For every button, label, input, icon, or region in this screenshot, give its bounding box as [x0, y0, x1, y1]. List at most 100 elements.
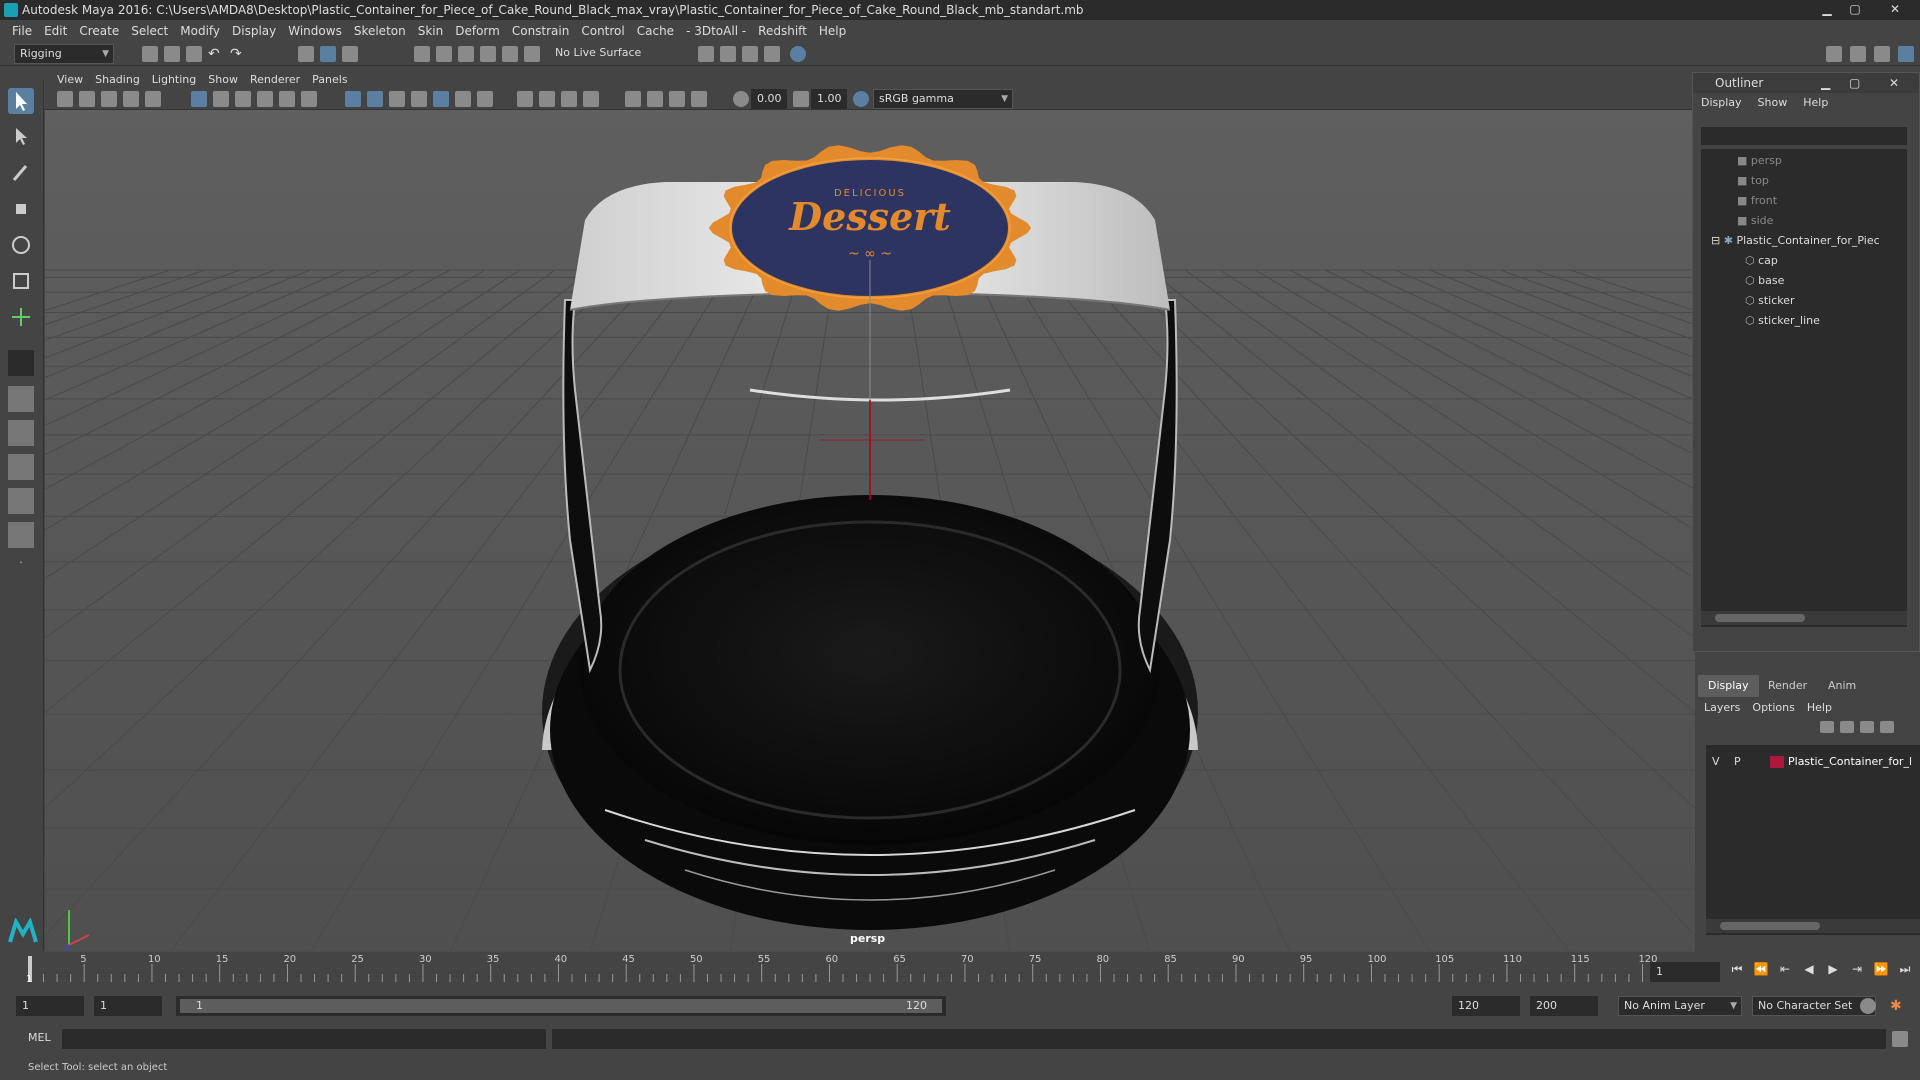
outliner-minimize-icon[interactable]: ▁ [1821, 73, 1830, 93]
select-hierarchy-icon[interactable] [298, 46, 314, 62]
wireframe-on-shaded-icon[interactable] [411, 91, 427, 107]
snap-curve-icon[interactable] [436, 46, 452, 62]
minimize-icon[interactable]: ▁ [1818, 2, 1836, 16]
step-back-key-icon[interactable]: ⇤ [1776, 962, 1794, 978]
layer-menu-help[interactable]: Help [1801, 701, 1838, 714]
go-to-end-icon[interactable]: ⏭ [1896, 962, 1914, 978]
channel-box-icon[interactable] [1898, 46, 1914, 62]
image-plane-icon[interactable] [123, 91, 139, 107]
outliner-hscrollbar[interactable] [1701, 611, 1907, 625]
field-chart-icon[interactable] [279, 91, 295, 107]
default-material-icon[interactable] [389, 91, 405, 107]
exposure-icon[interactable] [733, 91, 749, 107]
layer-hscrollbar[interactable] [1706, 919, 1920, 933]
animation-end-field[interactable]: 200 [1530, 996, 1598, 1016]
bookmark-icon[interactable] [101, 91, 117, 107]
viewport-menu-panels[interactable]: Panels [306, 72, 353, 88]
time-slider[interactable]: 5 10 15 20 25 30 35 40 45 50 55 60 65 70 75 80 85 90 95 100… [0, 952, 1920, 986]
tab-display[interactable]: Display [1698, 675, 1759, 697]
persp-uv-layout-icon[interactable] [8, 522, 34, 548]
layer-color-swatch[interactable] [1770, 756, 1784, 768]
mode-select[interactable]: Rigging ▼ [14, 44, 114, 64]
viewport-menu-shading[interactable]: Shading [89, 72, 146, 88]
select-component-icon[interactable] [342, 46, 358, 62]
film-gate-icon[interactable] [213, 91, 229, 107]
exposure-field[interactable]: 0.00 [751, 89, 787, 109]
tab-anim[interactable]: Anim [1818, 675, 1866, 697]
redo-icon[interactable]: ↷ [230, 46, 246, 62]
menu-item-control[interactable]: Control [575, 20, 630, 42]
outliner-filter-field[interactable] [1701, 127, 1907, 145]
color-management-icon[interactable] [853, 91, 869, 107]
xray-icon[interactable] [647, 91, 663, 107]
render-settings-icon[interactable] [764, 46, 780, 62]
paint-select-icon[interactable] [8, 160, 34, 186]
play-forwards-icon[interactable]: ▶ [1824, 962, 1842, 978]
snap-point-icon[interactable] [458, 46, 474, 62]
outliner-hscroll-thumb[interactable] [1715, 614, 1805, 622]
four-view-layout-icon[interactable] [8, 386, 34, 412]
new-layer-selected-icon[interactable] [1880, 721, 1894, 733]
menu-item-modify[interactable]: Modify [174, 20, 226, 42]
move-layer-down-icon[interactable] [1840, 721, 1854, 733]
playback-end-field[interactable]: 120 [1452, 996, 1520, 1016]
viewport-menu-lighting[interactable]: Lighting [146, 72, 202, 88]
script-editor-icon[interactable] [1892, 1031, 1908, 1047]
grease-pencil-icon[interactable] [145, 91, 161, 107]
playback-start-field[interactable]: 1 [94, 996, 162, 1016]
maximize-icon[interactable]: ▢ [1846, 2, 1864, 16]
smooth-shade-icon[interactable] [367, 91, 383, 107]
outliner-node-base[interactable]: ⬡ base [1745, 271, 1784, 291]
anti-aliasing-icon[interactable] [561, 91, 577, 107]
outliner-node-sticker-line[interactable]: ⬡ sticker_line [1745, 311, 1820, 331]
viewport-menu-view[interactable]: View [51, 72, 89, 88]
persp-outliner-layout-icon[interactable] [8, 420, 34, 446]
auto-key-icon[interactable] [1860, 998, 1876, 1014]
outliner-menu-display[interactable]: Display [1693, 93, 1750, 113]
layer-visibility-toggle[interactable]: V [1712, 751, 1720, 773]
isolate-select-icon[interactable] [625, 91, 641, 107]
camera-attributes-icon[interactable] [79, 91, 95, 107]
close-icon[interactable]: ✕ [1886, 2, 1904, 16]
lasso-tool-icon[interactable] [8, 124, 34, 150]
menu-item-file[interactable]: File [6, 20, 38, 42]
gamma-field[interactable]: 1.00 [811, 89, 847, 109]
hypershade-layout-icon[interactable] [8, 488, 34, 514]
new-scene-icon[interactable] [142, 46, 158, 62]
shadows-icon[interactable] [477, 91, 493, 107]
outliner-menu-help[interactable]: Help [1795, 93, 1836, 113]
wireframe-icon[interactable] [345, 91, 361, 107]
render-frame-icon[interactable] [720, 46, 736, 62]
gamma-icon[interactable] [793, 91, 809, 107]
snap-grid-icon[interactable] [414, 46, 430, 62]
attribute-editor-icon[interactable] [1850, 46, 1866, 62]
motion-blur-icon[interactable] [539, 91, 555, 107]
textured-icon[interactable] [433, 91, 449, 107]
grid-toggle-icon[interactable] [191, 91, 207, 107]
snap-view-icon[interactable] [480, 46, 496, 62]
depth-of-field-icon[interactable] [583, 91, 599, 107]
move-layer-up-icon[interactable] [1820, 721, 1834, 733]
viewport-menu-renderer[interactable]: Renderer [244, 72, 306, 88]
collapse-icon[interactable]: ⊟ [1711, 234, 1724, 247]
outliner-close-icon[interactable]: ✕ [1889, 73, 1899, 93]
menu-item-create[interactable]: Create [73, 20, 125, 42]
select-object-icon[interactable] [320, 46, 336, 62]
screen-space-ao-icon[interactable] [517, 91, 533, 107]
menu-item-select[interactable]: Select [125, 20, 174, 42]
character-set-select[interactable]: No Character Set [1752, 996, 1876, 1016]
range-slider-handle[interactable] [180, 999, 942, 1013]
menu-item-skeleton[interactable]: Skeleton [348, 20, 412, 42]
make-live-icon[interactable] [524, 46, 540, 62]
mel-label[interactable]: MEL [28, 1031, 51, 1044]
xray-joints-icon[interactable] [669, 91, 685, 107]
scene-view[interactable]: DELICIOUS Dessert ~ ∞ ~ persp [45, 110, 1695, 952]
outliner-maximize-icon[interactable]: ▢ [1849, 73, 1860, 93]
outliner-camera-side[interactable]: ■ side [1737, 211, 1773, 231]
gate-mask-icon[interactable] [257, 91, 273, 107]
move-tool-icon[interactable] [8, 196, 34, 222]
snap-surface-icon[interactable] [502, 46, 518, 62]
menu-item-skin[interactable]: Skin [412, 20, 450, 42]
outliner-camera-persp[interactable]: ■ persp [1737, 151, 1782, 171]
xray-components-icon[interactable] [691, 91, 707, 107]
